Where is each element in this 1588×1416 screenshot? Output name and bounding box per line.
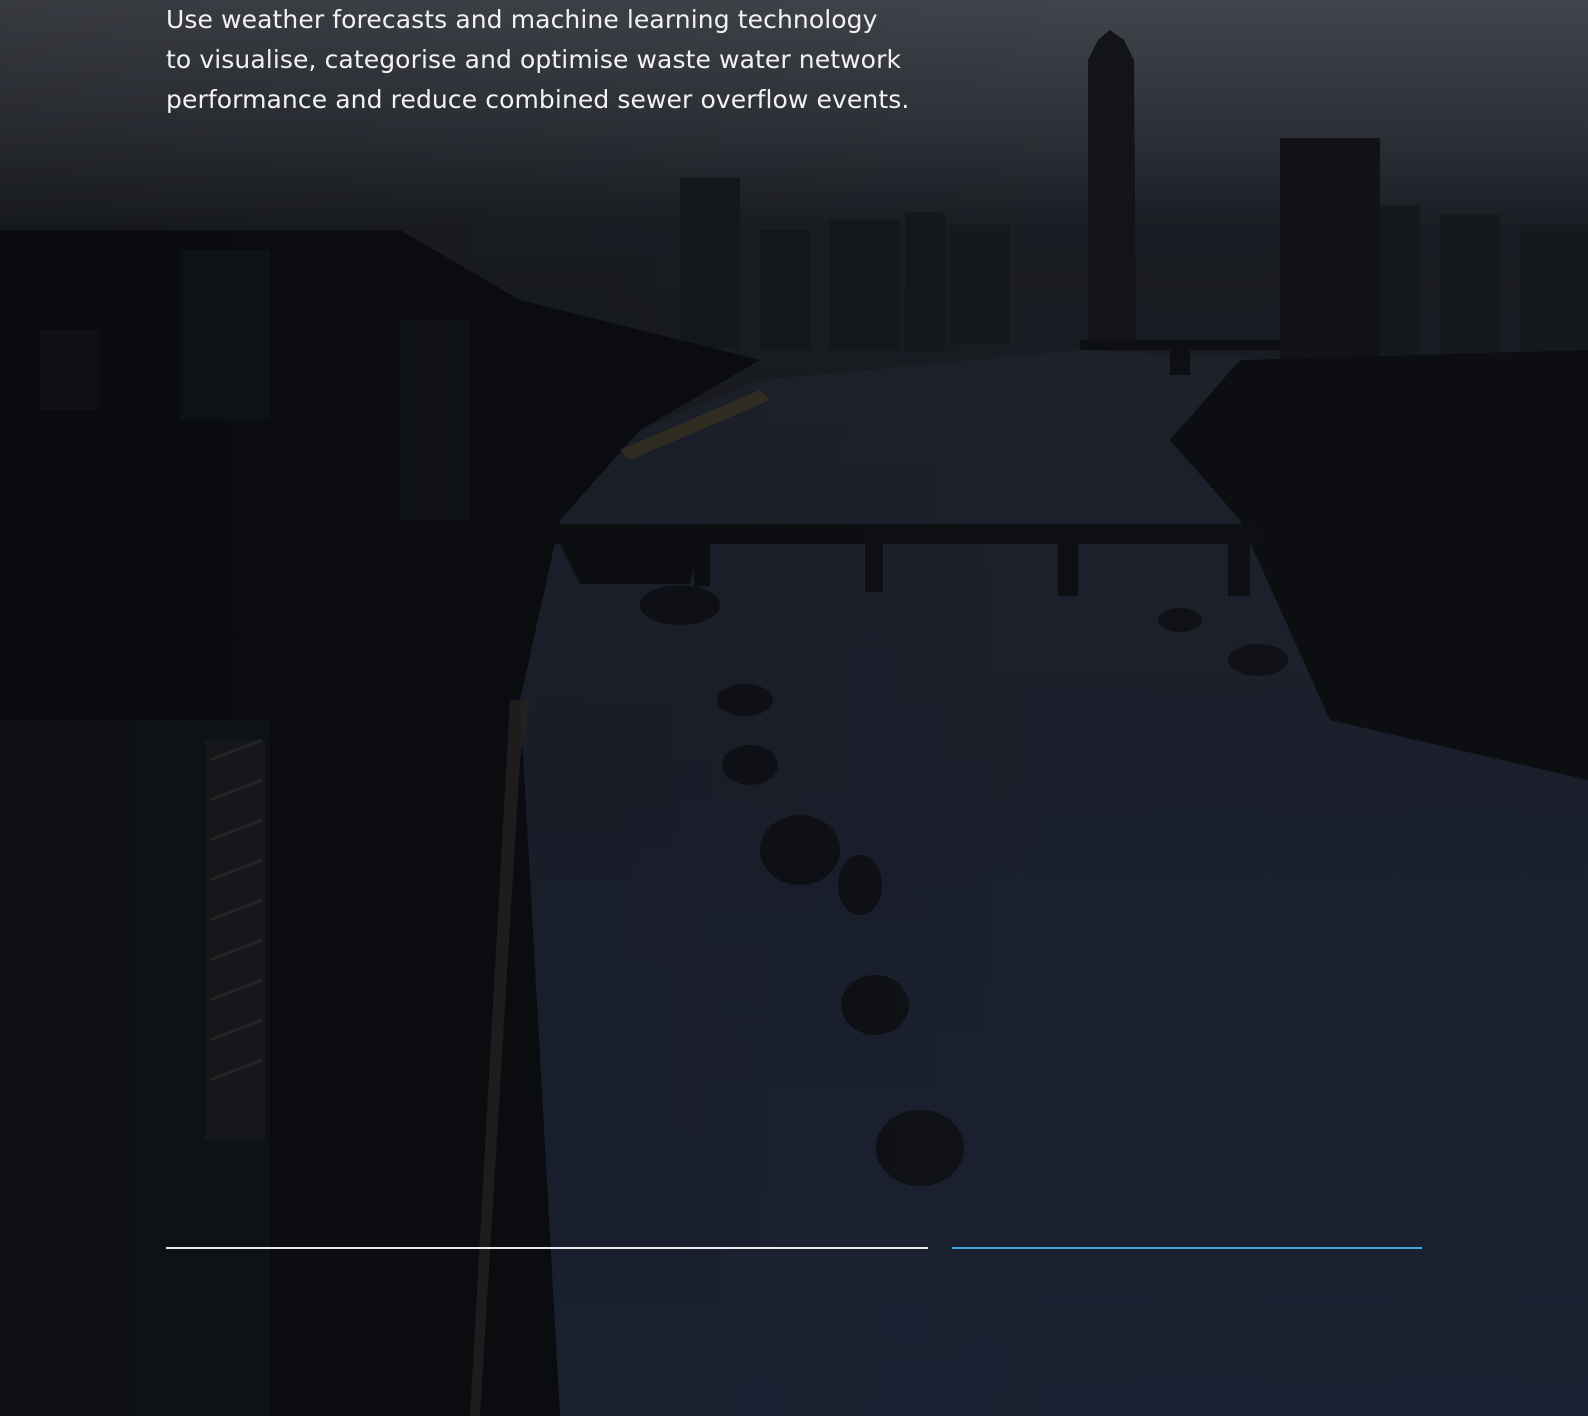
hero-intro-line: Use weather forecasts and machine learni… [166, 5, 878, 34]
hero-intro-text: Use weather forecasts and machine learni… [166, 0, 1006, 120]
hero-intro-line: to visualise, categorise and optimise wa… [166, 45, 902, 74]
hero-intro-line: performance and reduce combined sewer ov… [166, 85, 910, 114]
divider-line-blue [952, 1247, 1422, 1249]
city-river-background-image [0, 0, 1588, 1416]
divider-line-white [166, 1247, 928, 1249]
hero-section: Use weather forecasts and machine learni… [0, 0, 1588, 1416]
